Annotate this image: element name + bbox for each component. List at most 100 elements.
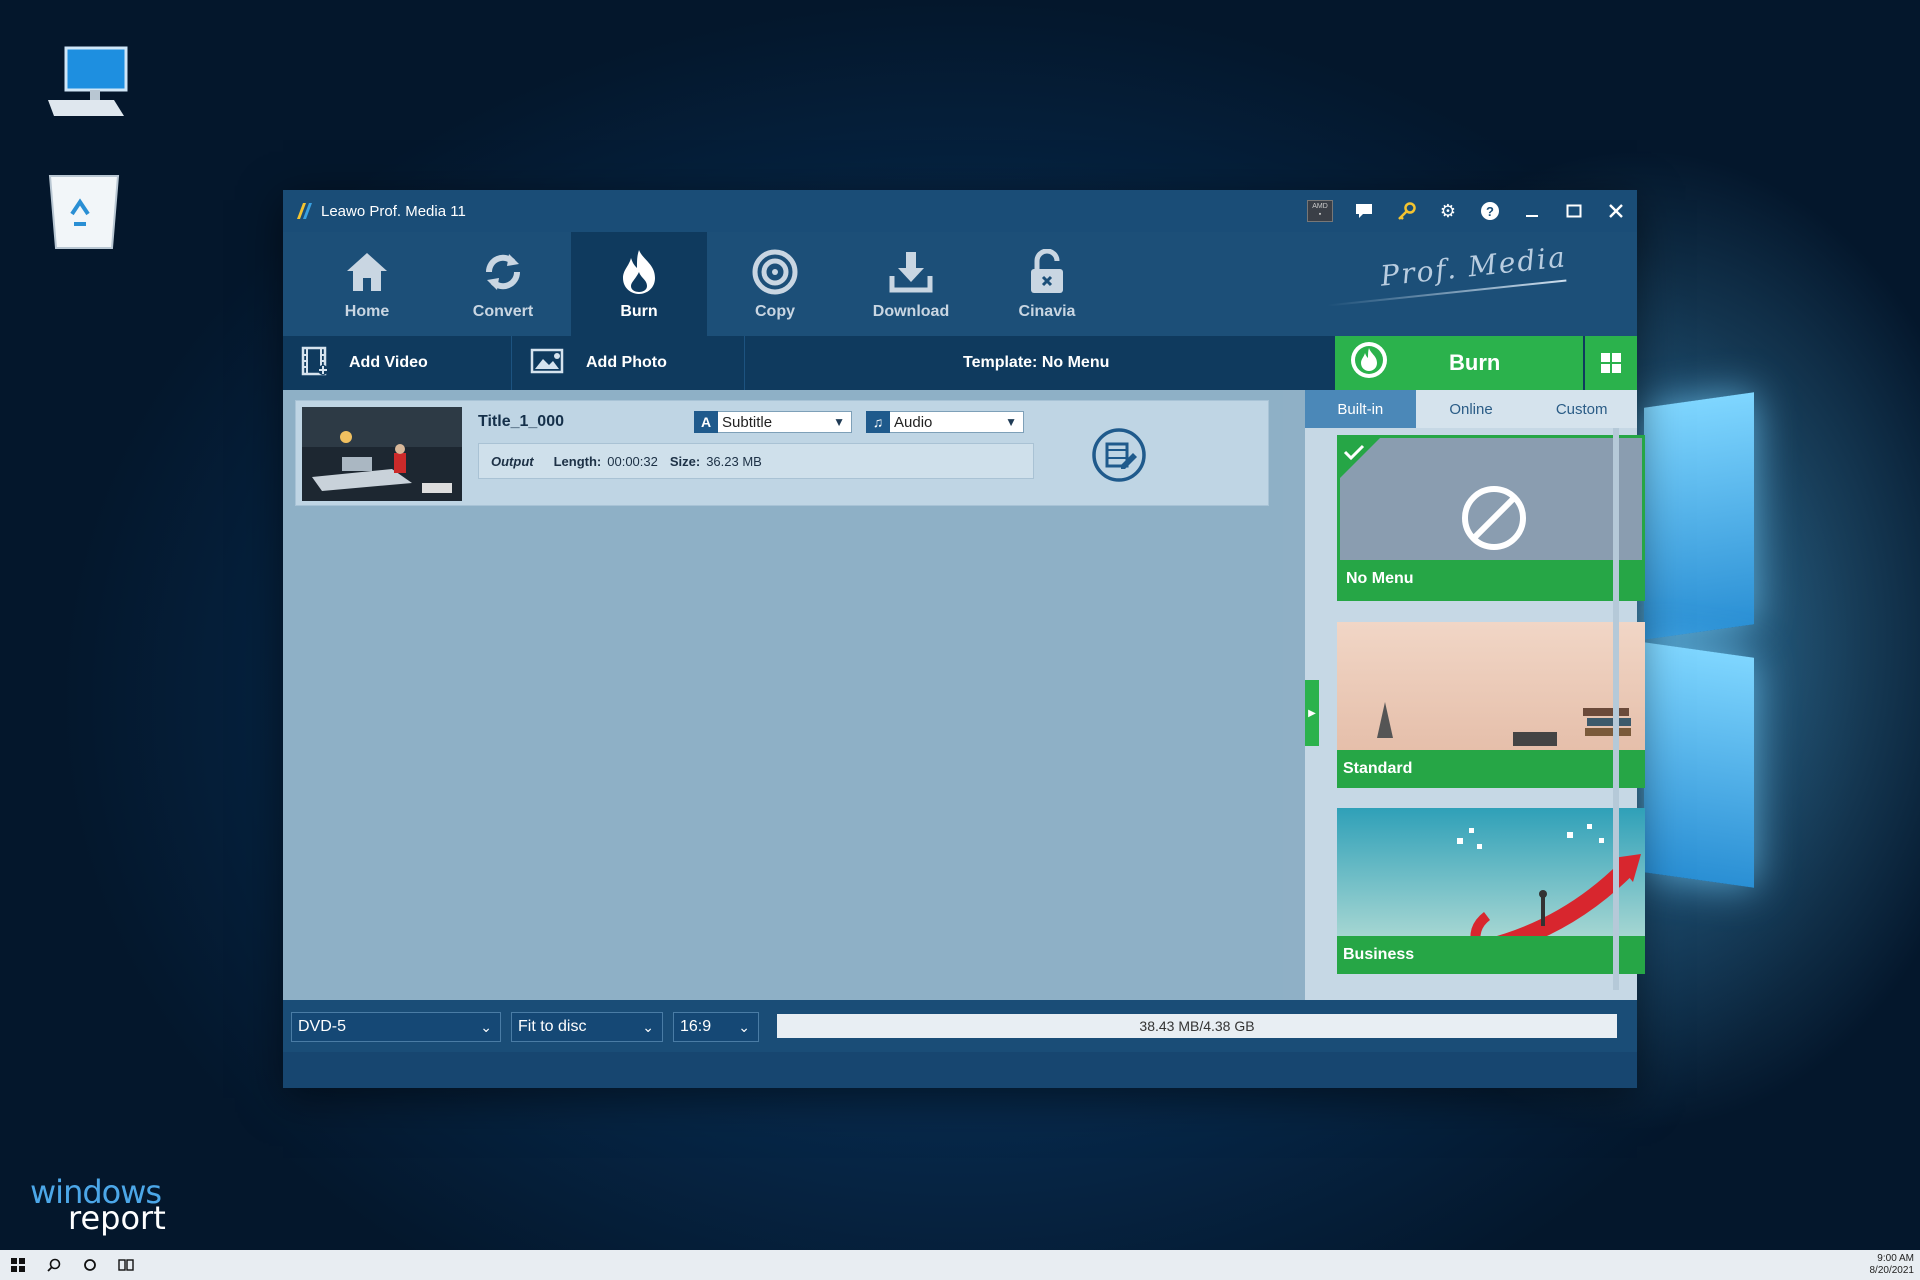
add-video-label: Add Video (349, 354, 428, 371)
template-business[interactable]: Business (1337, 808, 1645, 974)
nav-burn[interactable]: Burn (571, 232, 707, 336)
app-logo-icon (297, 203, 312, 219)
nav-home[interactable]: Home (299, 232, 435, 336)
template-label: No Menu (1340, 560, 1642, 598)
add-video-button[interactable]: Add Video (283, 336, 511, 390)
output-label: Output (491, 453, 534, 469)
system-clock[interactable]: 9:00 AM 8/20/2021 (1870, 1253, 1920, 1277)
chevron-down-icon: ⌄ (642, 1018, 654, 1035)
taskbar: 9:00 AM 8/20/2021 (0, 1250, 1920, 1280)
audio-value: Audio (894, 413, 933, 431)
close-button[interactable] (1595, 195, 1637, 227)
edit-video-icon[interactable] (1091, 427, 1147, 488)
template-tabs: Built-in Online Custom (1305, 390, 1637, 428)
cinavia-unlock-icon (1027, 247, 1067, 297)
nav-convert[interactable]: Convert (435, 232, 571, 336)
windows-report-watermark: windows report (30, 1176, 170, 1234)
aspect-ratio-value: 16:9 (680, 1018, 712, 1035)
nav-convert-label: Convert (472, 303, 534, 320)
add-photo-label: Add Photo (586, 354, 667, 371)
burn-button-label: Burn (1449, 350, 1501, 375)
clock-time: 9:00 AM (1877, 1253, 1914, 1264)
app-window: Leawo Prof. Media 11 AMD ▪ ⚙ ? Home Conv… (283, 190, 1645, 1088)
subtitle-dropdown[interactable]: A Subtitle ▼ (694, 411, 852, 433)
nav-home-label: Home (344, 303, 390, 320)
this-pc-icon[interactable] (44, 44, 134, 134)
size-value: 36.23 MB (706, 453, 762, 469)
size-label: Size: (669, 453, 701, 469)
feedback-icon[interactable] (1343, 195, 1385, 227)
template-label: Business (1337, 936, 1645, 974)
add-video-icon (301, 346, 329, 381)
nav-cinavia[interactable]: Cinavia (979, 232, 1115, 336)
help-icon[interactable]: ? (1469, 195, 1511, 227)
cortana-icon[interactable] (72, 1250, 108, 1280)
windows-logo-glow (1638, 392, 1788, 900)
length-label: Length: (553, 453, 602, 469)
search-icon[interactable] (36, 1250, 72, 1280)
add-photo-button[interactable]: Add Photo (512, 336, 744, 390)
toolbar-separator (744, 336, 745, 390)
recycle-bin-icon[interactable] (44, 168, 134, 258)
add-photo-icon (530, 348, 566, 379)
nav-copy[interactable]: Copy (707, 232, 843, 336)
home-icon (344, 247, 390, 297)
template-standard[interactable]: Standard (1337, 622, 1645, 788)
title-list: Title_1_000 A Subtitle ▼ ♫ Audio ▼ Outpu… (283, 390, 1283, 1000)
tab-online[interactable]: Online (1416, 390, 1527, 428)
status-bar (283, 1052, 1637, 1088)
audio-dropdown[interactable]: ♫ Audio ▼ (866, 411, 1024, 433)
brand-logo: Prof. Media (1378, 240, 1569, 293)
template-indicator: Template: No Menu (963, 354, 1110, 371)
task-view-icon[interactable] (108, 1250, 144, 1280)
audio-music-icon: ♫ (866, 411, 890, 433)
maximize-button[interactable] (1553, 195, 1595, 227)
nav-copy-label: Copy (755, 303, 795, 320)
title-item[interactable]: Title_1_000 A Subtitle ▼ ♫ Audio ▼ Outpu… (295, 400, 1269, 506)
tab-built-in[interactable]: Built-in (1305, 390, 1416, 428)
tab-custom[interactable]: Custom (1526, 390, 1637, 428)
chevron-down-icon: ▼ (833, 415, 845, 429)
copy-disc-icon (752, 247, 798, 297)
minimize-button[interactable] (1511, 195, 1553, 227)
nav-download[interactable]: Download (843, 232, 979, 336)
template-scrollbar[interactable] (1613, 428, 1619, 990)
grid-icon (1601, 353, 1621, 373)
start-button[interactable] (0, 1250, 36, 1280)
settings-gear-icon[interactable]: ⚙ (1427, 195, 1469, 227)
burn-flame-icon (617, 247, 661, 297)
disc-type-select[interactable]: DVD-5 ⌄ (291, 1012, 501, 1042)
no-menu-icon (1462, 486, 1526, 550)
length-value: 00:00:32 (607, 453, 658, 469)
chevron-down-icon: ⌄ (480, 1018, 492, 1035)
main-nav: Home Convert Burn Copy Download Cinavia … (283, 232, 1637, 336)
aspect-ratio-select[interactable]: 16:9 ⌄ (673, 1012, 759, 1042)
subtitle-icon: A (694, 411, 718, 433)
template-no-menu[interactable]: No Menu (1337, 435, 1645, 601)
selected-check-icon (1340, 438, 1380, 478)
capacity-text: 38.43 MB/4.38 GB (1139, 1018, 1255, 1034)
title-bar: Leawo Prof. Media 11 AMD ▪ ⚙ ? (283, 190, 1637, 232)
title-name: Title_1_000 (478, 413, 564, 430)
amd-badge-icon: AMD ▪ (1307, 200, 1333, 222)
template-panel: Built-in Online Custom ▶ No Menu Standar… (1305, 390, 1645, 1000)
template-grid-toggle[interactable] (1585, 336, 1637, 390)
app-title: Leawo Prof. Media 11 (321, 202, 466, 220)
burn-button[interactable]: Burn (1335, 336, 1583, 390)
main-area: Title_1_000 A Subtitle ▼ ♫ Audio ▼ Outpu… (283, 390, 1645, 1000)
chevron-down-icon: ⌄ (738, 1018, 750, 1035)
template-label: Standard (1337, 750, 1645, 788)
register-key-icon[interactable] (1385, 195, 1427, 227)
convert-icon (481, 247, 525, 297)
panel-collapse-toggle[interactable]: ▶ (1305, 680, 1319, 746)
bottom-bar: DVD-5 ⌄ Fit to disc ⌄ 16:9 ⌄ 38.43 MB/4.… (283, 1000, 1637, 1052)
svg-text:?: ? (1486, 204, 1494, 219)
video-thumbnail (302, 407, 462, 501)
nav-cinavia-label: Cinavia (1018, 303, 1076, 320)
disc-type-value: DVD-5 (298, 1018, 347, 1035)
chevron-down-icon: ▼ (1005, 415, 1017, 429)
burn-button-flame-icon (1349, 340, 1389, 386)
windows-start-icon (11, 1258, 25, 1272)
fit-mode-select[interactable]: Fit to disc ⌄ (511, 1012, 663, 1042)
subtitle-value: Subtitle (722, 413, 773, 431)
